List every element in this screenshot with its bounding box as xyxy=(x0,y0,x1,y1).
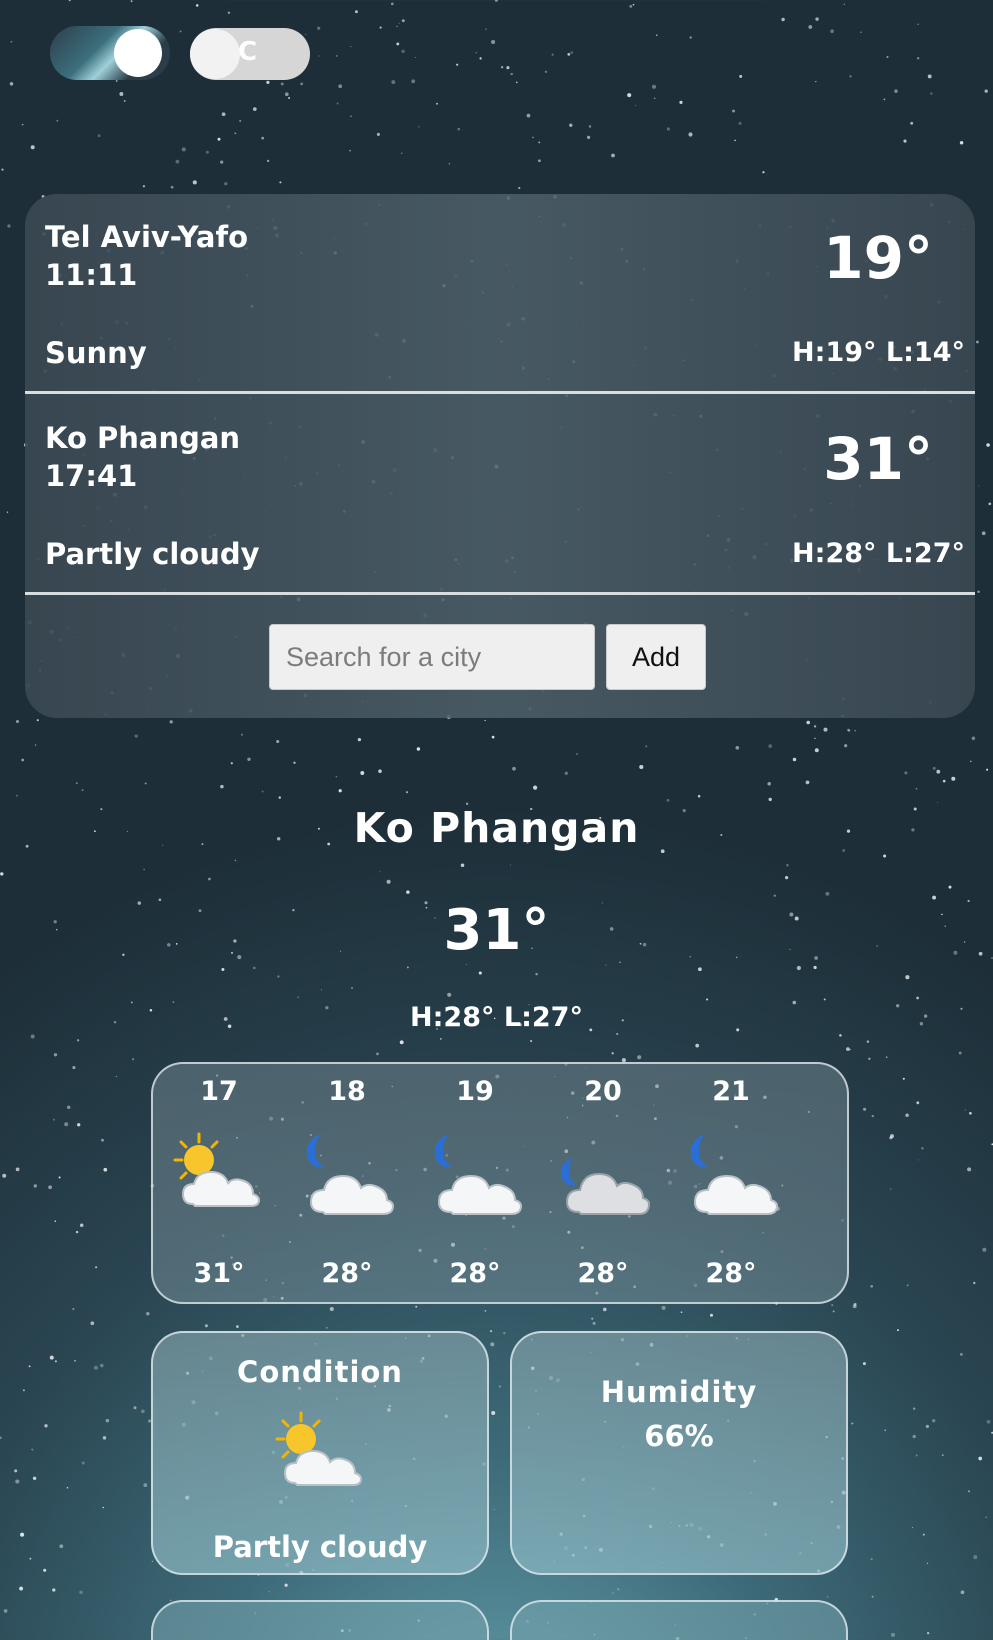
forecast-day: 20 28° xyxy=(539,1064,667,1306)
forecast-date: 18 xyxy=(328,1076,366,1107)
sun-behind-cloud-icon xyxy=(275,1411,363,1486)
current-high-low: H:28° L:27° xyxy=(410,1002,583,1033)
city-high-low: H:19° L:14° xyxy=(792,337,965,368)
moon-cloud-icon xyxy=(306,1134,395,1215)
city-list-item[interactable]: Tel Aviv-Yafo 11:11 Sunny 19° H:19° L:14… xyxy=(25,194,975,394)
forecast-temperature: 28° xyxy=(449,1258,501,1289)
current-city-name: Ko Phangan xyxy=(353,804,640,852)
humidity-value: 66% xyxy=(644,1419,714,1453)
detail-card xyxy=(510,1600,848,1640)
sun-behind-cloud-icon xyxy=(173,1132,261,1207)
forecast-temperature: 31° xyxy=(193,1258,245,1289)
forecast-date: 19 xyxy=(456,1076,494,1107)
city-local-time: 17:41 xyxy=(45,459,138,493)
toggle-knob xyxy=(114,29,162,77)
moon-cloud-icon xyxy=(690,1134,779,1215)
city-high-low: H:28° L:27° xyxy=(792,538,965,569)
forecast-day: 21 28° xyxy=(667,1064,795,1306)
city-local-time: 11:11 xyxy=(45,258,138,292)
city-name: Tel Aviv-Yafo xyxy=(45,220,249,254)
city-condition: Sunny xyxy=(45,336,147,370)
city-temperature: 19° xyxy=(823,224,933,292)
condition-card: Condition Partly cloudy xyxy=(151,1331,489,1575)
daily-forecast-panel: 17 31° 18 28° 19 28° 20 28° 21 28° xyxy=(151,1062,849,1304)
detail-card xyxy=(151,1600,489,1640)
forecast-temperature: 28° xyxy=(577,1258,629,1289)
forecast-date: 21 xyxy=(712,1076,750,1107)
add-city-button[interactable]: Add xyxy=(606,624,706,690)
forecast-day: 19 28° xyxy=(411,1064,539,1306)
condition-value: Partly cloudy xyxy=(212,1530,428,1564)
forecast-date: 17 xyxy=(200,1076,238,1107)
toggle-knob xyxy=(190,29,240,79)
humidity-card: Humidity 66% xyxy=(510,1331,848,1575)
city-name: Ko Phangan xyxy=(45,421,241,455)
forecast-temperature: 28° xyxy=(705,1258,757,1289)
current-temperature: 31° xyxy=(443,898,550,963)
city-temperature: 31° xyxy=(823,425,933,493)
forecast-temperature: 28° xyxy=(321,1258,373,1289)
moon-grey-cloud-icon xyxy=(560,1158,651,1215)
forecast-date: 20 xyxy=(584,1076,622,1107)
unit-toggle[interactable]: C xyxy=(190,28,310,80)
city-list-panel: Tel Aviv-Yafo 11:11 Sunny 19° H:19° L:14… xyxy=(25,194,975,718)
background-theme-toggle[interactable] xyxy=(50,26,170,80)
moon-cloud-icon xyxy=(434,1134,523,1215)
humidity-title: Humidity xyxy=(600,1375,758,1409)
city-search-input[interactable] xyxy=(269,624,595,690)
unit-label: C xyxy=(238,37,258,67)
city-condition: Partly cloudy xyxy=(45,537,260,571)
forecast-day: 17 31° xyxy=(155,1064,283,1306)
city-list-item[interactable]: Ko Phangan 17:41 Partly cloudy 31° H:28°… xyxy=(25,395,975,595)
condition-title: Condition xyxy=(237,1355,403,1389)
forecast-day: 18 28° xyxy=(283,1064,411,1306)
